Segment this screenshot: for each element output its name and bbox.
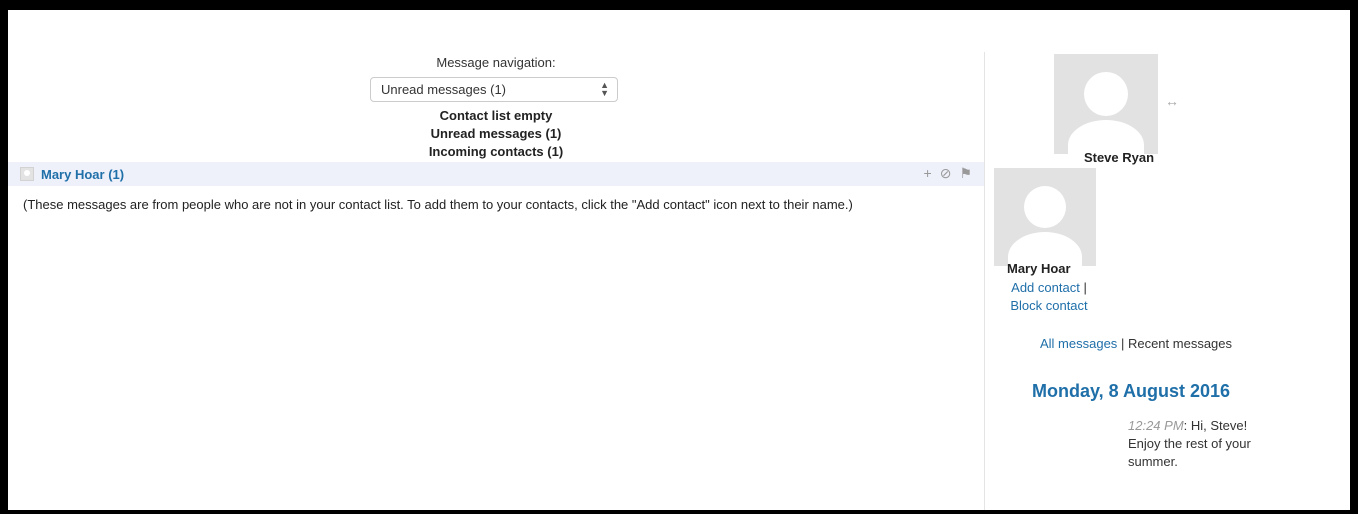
- swap-arrows-icon: ↔: [1165, 93, 1179, 109]
- current-user-avatar: [1054, 54, 1158, 154]
- incoming-contacts-link[interactable]: Incoming contacts (1): [8, 143, 984, 161]
- block-contact-link[interactable]: Block contact: [1010, 298, 1087, 313]
- message-navigation-select[interactable]: Unread messages (1) ▲ ▼: [370, 77, 618, 102]
- contact-actions-links: Add contact | Block contact: [994, 279, 1104, 315]
- message-navigation-label: Message navigation:: [436, 55, 556, 70]
- messages-main: Message navigation: Unread messages (1) …: [8, 10, 984, 510]
- current-user-name: Steve Ryan: [1083, 150, 1155, 165]
- message-item: 12:24 PM: Hi, Steve! Enjoy the rest of y…: [1128, 417, 1256, 471]
- select-arrows-icon: ▲ ▼: [600, 80, 609, 98]
- message-links-separator: |: [1120, 336, 1125, 351]
- contact-actions: + ⊘ ⚑: [924, 165, 972, 182]
- block-icon[interactable]: ⊘: [940, 165, 952, 182]
- contact-name-link[interactable]: Mary Hoar (1): [41, 167, 124, 182]
- history-icon[interactable]: ⚑: [959, 165, 972, 182]
- recent-messages-label: Recent messages: [1127, 336, 1233, 351]
- other-user-name: Mary Hoar: [1007, 261, 1071, 276]
- add-contact-link[interactable]: Add contact: [1011, 280, 1080, 295]
- non-contact-notice: (These messages are from people who are …: [23, 197, 853, 212]
- contact-avatar: [20, 167, 34, 181]
- message-view-links: All messages | Recent messages: [1040, 336, 1232, 351]
- navigation-links: Contact list empty Unread messages (1) I…: [8, 107, 984, 161]
- unread-messages-link[interactable]: Unread messages (1): [8, 125, 984, 143]
- action-separator: |: [1083, 280, 1087, 295]
- page-frame: Message navigation: Unread messages (1) …: [8, 10, 1350, 510]
- contact-row: Mary Hoar (1) + ⊘ ⚑: [8, 162, 984, 186]
- all-messages-link[interactable]: All messages: [1040, 336, 1117, 351]
- message-time: 12:24 PM: [1128, 418, 1184, 433]
- column-divider: [984, 52, 985, 510]
- contact-list-empty-link[interactable]: Contact list empty: [8, 107, 984, 125]
- add-icon[interactable]: +: [924, 165, 932, 182]
- message-navigation-selected: Unread messages (1): [381, 82, 506, 97]
- conversation-date-heading: Monday, 8 August 2016: [1032, 381, 1231, 401]
- other-user-avatar: [994, 168, 1096, 266]
